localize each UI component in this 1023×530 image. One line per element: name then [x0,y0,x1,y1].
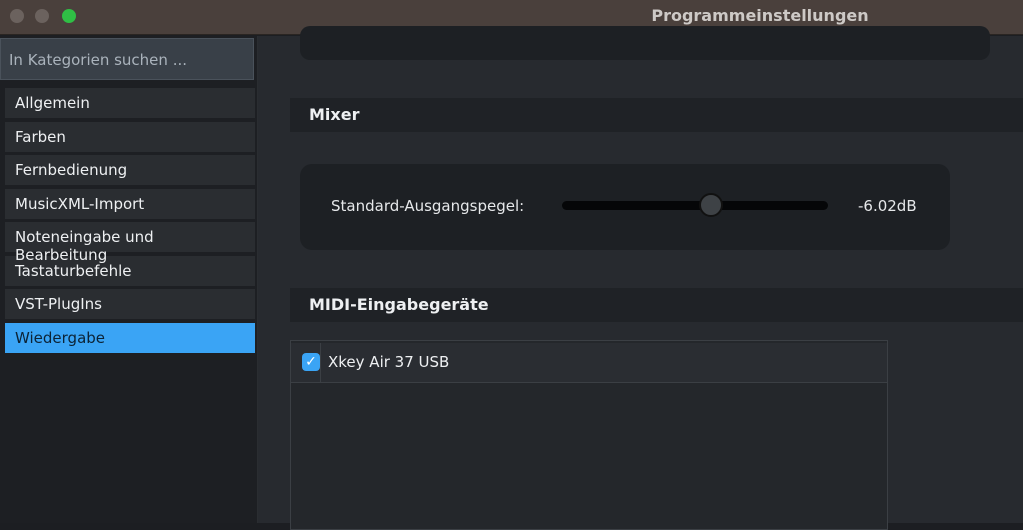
midi-device-list: ✓ Xkey Air 37 USB [290,340,888,530]
category-list: Allgemein Farben Fernbedienung MusicXML-… [5,88,255,356]
sidebar-item-wiedergabe[interactable]: Wiedergabe [5,322,255,353]
previous-section-panel [300,26,990,60]
midi-device-row[interactable]: ✓ Xkey Air 37 USB [291,343,887,383]
mixer-section-header: Mixer [290,98,1023,132]
mixer-panel: Standard-Ausgangspegel: -6.02dB [300,164,950,250]
settings-content: Mixer Standard-Ausgangspegel: -6.02dB MI… [258,26,1023,530]
output-level-value: -6.02dB [858,197,917,215]
sidebar-item-noteneingabe[interactable]: Noteneingabe und Bearbeitung [5,222,255,264]
sidebar-item-musicxml-import[interactable]: MusicXML-Import [5,188,255,219]
category-sidebar: In Kategorien suchen ... Allgemein Farbe… [0,36,258,523]
midi-device-checkbox[interactable]: ✓ [302,353,320,371]
category-search-input[interactable]: In Kategorien suchen ... [0,38,254,80]
midi-device-name: Xkey Air 37 USB [328,353,450,371]
output-level-label: Standard-Ausgangspegel: [331,197,525,215]
close-window-button[interactable] [10,9,24,23]
output-level-slider-thumb[interactable] [698,193,723,217]
sidebar-item-allgemein[interactable]: Allgemein [5,88,255,118]
sidebar-item-farben[interactable]: Farben [5,121,255,152]
midi-device-check-cell: ✓ [291,343,321,383]
output-level-slider[interactable] [562,193,828,217]
zoom-window-button[interactable] [62,9,76,23]
sidebar-item-vst-plugins[interactable]: VST-PlugIns [5,289,255,319]
sidebar-item-fernbedienung[interactable]: Fernbedienung [5,155,255,185]
window-title: Programmeinstellungen [651,6,869,25]
midi-section-header: MIDI-Eingabegeräte [290,288,1023,322]
minimize-window-button[interactable] [35,9,49,23]
